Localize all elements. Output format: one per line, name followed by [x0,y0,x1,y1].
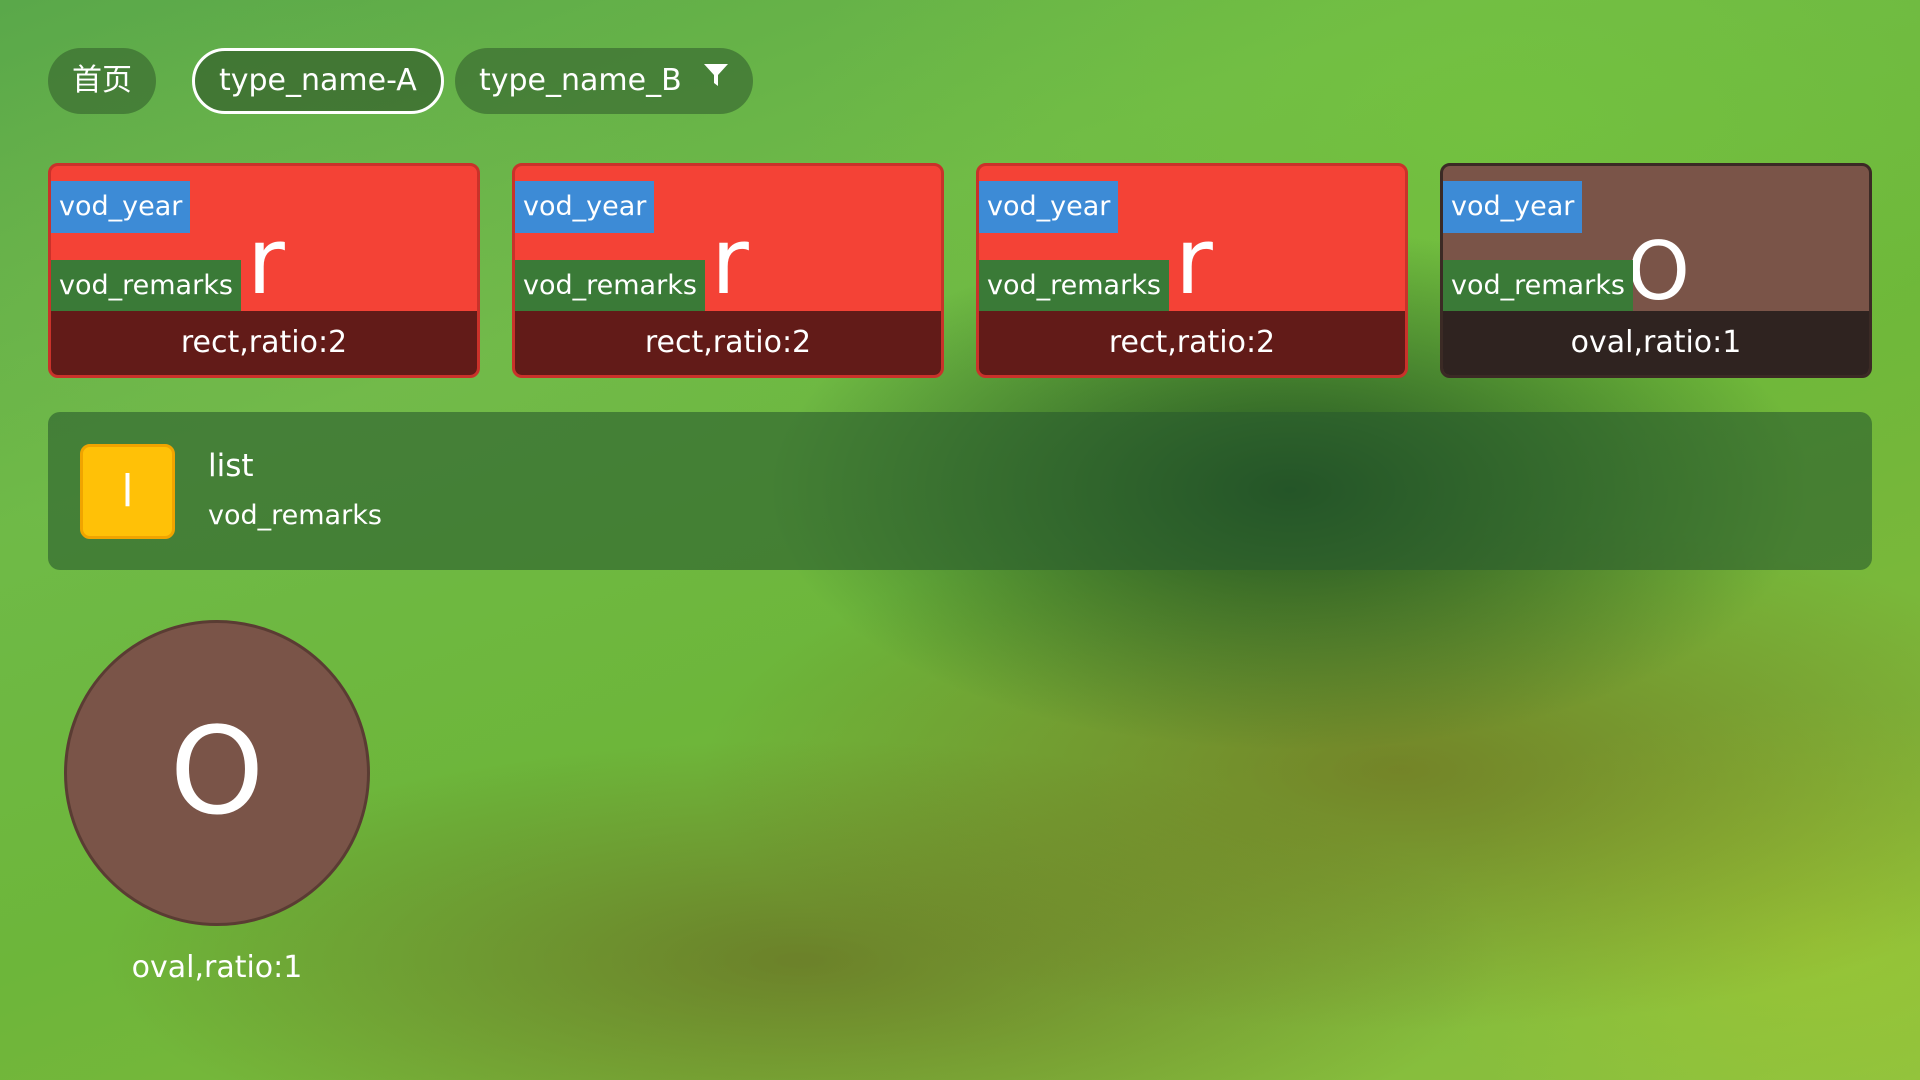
filter-icon[interactable] [703,46,729,112]
vod-card[interactable]: r vod_year vod_remarks rect,ratio:2 [512,163,944,378]
oval-item-letter: O [169,703,265,842]
oval-item-caption: oval,ratio:1 [131,950,303,985]
remarks-badge: vod_remarks [1443,260,1633,312]
card-caption: rect,ratio:2 [979,311,1405,375]
list-thumbnail: l [80,444,175,539]
tab-type-name-b[interactable]: type_name_B [455,46,754,114]
tab-type-name-a[interactable]: type_name-A [192,48,444,114]
year-badge: vod_year [1443,181,1583,233]
card-thumbnail-letter: r [1175,208,1213,315]
remarks-badge: vod_remarks [515,260,705,312]
remarks-badge: vod_remarks [51,260,241,312]
tab-type-name-b-label: type_name_B [479,63,682,98]
tab-type-name-a-label: type_name-A [219,63,417,98]
oval-item[interactable]: O [64,620,370,926]
card-caption: rect,ratio:2 [51,311,477,375]
year-badge: vod_year [515,181,655,233]
tab-home[interactable]: 首页 [48,48,156,114]
list-item-title: list [208,448,254,484]
card-caption: oval,ratio:1 [1443,311,1869,375]
card-caption: rect,ratio:2 [515,311,941,375]
year-badge: vod_year [979,181,1119,233]
tab-home-label: 首页 [72,63,132,98]
card-thumbnail-letter: O [1627,225,1690,318]
card-thumbnail-letter: r [247,208,285,315]
year-badge: vod_year [51,181,191,233]
vod-card[interactable]: r vod_year vod_remarks rect,ratio:2 [976,163,1408,378]
remarks-badge: vod_remarks [979,260,1169,312]
vod-card[interactable]: r vod_year vod_remarks rect,ratio:2 [48,163,480,378]
list-item[interactable]: l list vod_remarks [48,412,1872,570]
list-item-subtitle: vod_remarks [208,500,382,531]
card-thumbnail-letter: r [711,208,749,315]
vod-card[interactable]: O vod_year vod_remarks oval,ratio:1 [1440,163,1872,378]
